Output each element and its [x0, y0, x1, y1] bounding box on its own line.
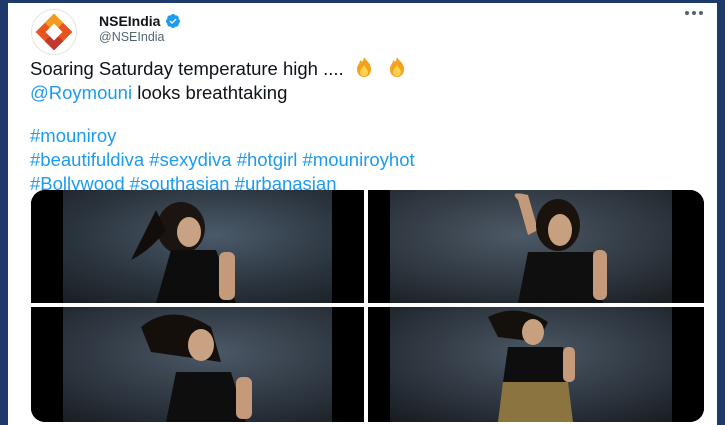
photo-3-figure	[141, 314, 252, 422]
frame-top	[0, 0, 725, 3]
tweet-line-1-text: Soaring Saturday temperature high ....	[30, 58, 344, 79]
photo-4[interactable]	[368, 307, 704, 422]
hashtag-line-1[interactable]: #mouniroy	[30, 124, 690, 148]
more-options-icon[interactable]	[685, 11, 703, 15]
verified-badge-icon	[166, 14, 181, 28]
name-row: NSEIndia	[99, 12, 181, 30]
display-name[interactable]: NSEIndia	[99, 13, 160, 29]
media-grid	[31, 190, 704, 422]
photo-1-figure	[131, 202, 236, 303]
frame-left	[0, 0, 8, 425]
avatar[interactable]	[31, 9, 77, 55]
photo-2[interactable]	[368, 190, 704, 303]
tweet-text: Soaring Saturday temperature high .... @…	[30, 56, 690, 196]
tweet-line-1: Soaring Saturday temperature high ....	[30, 56, 690, 81]
photo-4-figure	[488, 310, 575, 422]
photo-2-figure	[514, 193, 607, 303]
handle[interactable]: @NSEIndia	[99, 30, 165, 44]
tweet-line-2: @Roymouni looks breathtaking	[30, 81, 690, 105]
nse-logo-icon	[35, 13, 73, 51]
tweet-line-2-text: looks breathtaking	[132, 82, 288, 103]
photo-3[interactable]	[31, 307, 364, 422]
fire-emoji-icon	[356, 57, 371, 77]
frame-right	[717, 0, 725, 425]
hashtag-line-2[interactable]: #beautifuldiva #sexydiva #hotgirl #mouni…	[30, 148, 690, 172]
fire-emoji-icon	[389, 57, 404, 77]
mention-link[interactable]: @Roymouni	[30, 82, 132, 103]
photo-1[interactable]	[31, 190, 364, 303]
